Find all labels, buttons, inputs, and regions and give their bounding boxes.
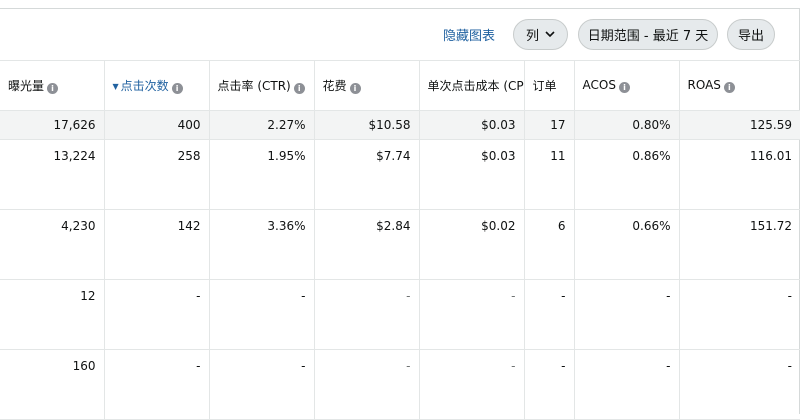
- table-cell: 0.66%: [574, 209, 680, 280]
- info-icon[interactable]: i: [349, 83, 361, 94]
- columns-button-label: 列: [525, 29, 539, 44]
- info-icon[interactable]: i: [723, 82, 735, 93]
- table-cell: -: [679, 279, 800, 350]
- table-cell: -: [524, 279, 575, 350]
- table-cell: 142: [104, 209, 210, 280]
- export-button[interactable]: 导出: [727, 19, 775, 50]
- column-header[interactable]: ACOS i: [574, 60, 680, 111]
- table-cell: -: [574, 279, 680, 350]
- column-header-label: 点击次数: [120, 79, 169, 93]
- table-row: 12- - - - - - -: [0, 279, 800, 350]
- hide-chart-link[interactable]: 隐藏图表: [443, 25, 495, 44]
- totals-row: 17,626 400 2.27% $10.58 $0.03 17 0.80% 125.59: [0, 110, 800, 140]
- column-header[interactable]: 点击率 (CTR) i: [209, 60, 315, 111]
- table-cell: 116.01: [679, 139, 800, 210]
- columns-button[interactable]: 列: [513, 19, 568, 50]
- table-cell: 125.59: [679, 110, 800, 140]
- campaign-metrics-panel: 隐藏图表 列 日期范围 - 最近 7 天 导出 曝光量 i ▼ 点击次数 i 点击率 (C…: [0, 8, 800, 420]
- table-cell: 2.27%: [209, 110, 315, 140]
- table-cell: $10.58: [314, 110, 420, 140]
- table-row: 4,230 142 3.36% $2.84 $0.02 6 0.66% 151.72: [0, 209, 800, 280]
- chevron-down-icon: [545, 31, 555, 38]
- column-header-label: ROAS: [687, 78, 721, 92]
- table-cell: $7.74: [314, 139, 420, 210]
- column-header[interactable]: 单次点击成本 (CPC): [419, 60, 525, 111]
- table-cell: 160: [0, 349, 105, 420]
- info-icon[interactable]: i: [293, 83, 305, 94]
- table-cell: 0.80%: [574, 110, 680, 140]
- column-header[interactable]: ▼ 点击次数 i: [104, 60, 210, 111]
- column-header-label: 点击率 (CTR): [217, 79, 291, 93]
- table-toolbar: 隐藏图表 列 日期范围 - 最近 7 天 导出: [0, 9, 799, 60]
- table-cell: 151.72: [679, 209, 800, 280]
- table-cell: -: [314, 349, 420, 420]
- table-cell: -: [104, 279, 210, 350]
- table-cell: 258: [104, 139, 210, 210]
- table-cell: 0.86%: [574, 139, 680, 210]
- table-cell: 400: [104, 110, 210, 140]
- column-header-label: 花费: [322, 79, 347, 93]
- table-cell: $2.84: [314, 209, 420, 280]
- info-icon[interactable]: i: [618, 82, 630, 93]
- table-cell: -: [574, 349, 680, 420]
- table-cell: -: [209, 349, 315, 420]
- table-cell: -: [104, 349, 210, 420]
- table-cell: 4,230: [0, 209, 105, 280]
- table-cell: 11: [524, 139, 575, 210]
- column-header-label: 单次点击成本 (CPC): [427, 79, 524, 93]
- column-header[interactable]: 曝光量 i: [0, 60, 105, 111]
- sort-descending-icon: ▼: [112, 82, 119, 91]
- info-icon[interactable]: i: [47, 83, 59, 94]
- table-cell: 17,626: [0, 110, 105, 140]
- table-cell: 13,224: [0, 139, 105, 210]
- column-header-label: 曝光量: [8, 79, 45, 93]
- table-row: 160- - - - - - -: [0, 349, 800, 420]
- table-cell: -: [314, 279, 420, 350]
- table-cell: -: [419, 349, 525, 420]
- column-header[interactable]: 花费 i: [314, 60, 420, 111]
- info-icon[interactable]: i: [171, 83, 183, 94]
- table-cell: -: [524, 349, 575, 420]
- table-cell: -: [679, 349, 800, 420]
- table-cell: 3.36%: [209, 209, 315, 280]
- date-range-button[interactable]: 日期范围 - 最近 7 天: [578, 19, 718, 50]
- table-cell: -: [209, 279, 315, 350]
- column-header-label: 订单: [532, 79, 557, 93]
- table-header-row: 曝光量i▼点击次数i点击率 (CTR)i花费i单次点击成本 (CPC)订单ACO…: [0, 60, 800, 111]
- table-cell: 17: [524, 110, 575, 140]
- column-header[interactable]: 订单: [524, 60, 575, 111]
- table-cell: -: [419, 279, 525, 350]
- table-row: 13,224 258 1.95% $7.74 $0.03 11 0.86% 116.01: [0, 139, 800, 210]
- column-header-label: ACOS: [582, 78, 616, 92]
- column-header[interactable]: ROAS i: [679, 60, 800, 111]
- metrics-table: 曝光量i▼点击次数i点击率 (CTR)i花费i单次点击成本 (CPC)订单ACO…: [0, 60, 800, 420]
- table-cell: $0.03: [419, 139, 525, 210]
- table-cell: $0.02: [419, 209, 525, 280]
- table-cell: 6: [524, 209, 575, 280]
- table-cell: $0.03: [419, 110, 525, 140]
- table-cell: 1.95%: [209, 139, 315, 210]
- table-cell: 12: [0, 279, 105, 350]
